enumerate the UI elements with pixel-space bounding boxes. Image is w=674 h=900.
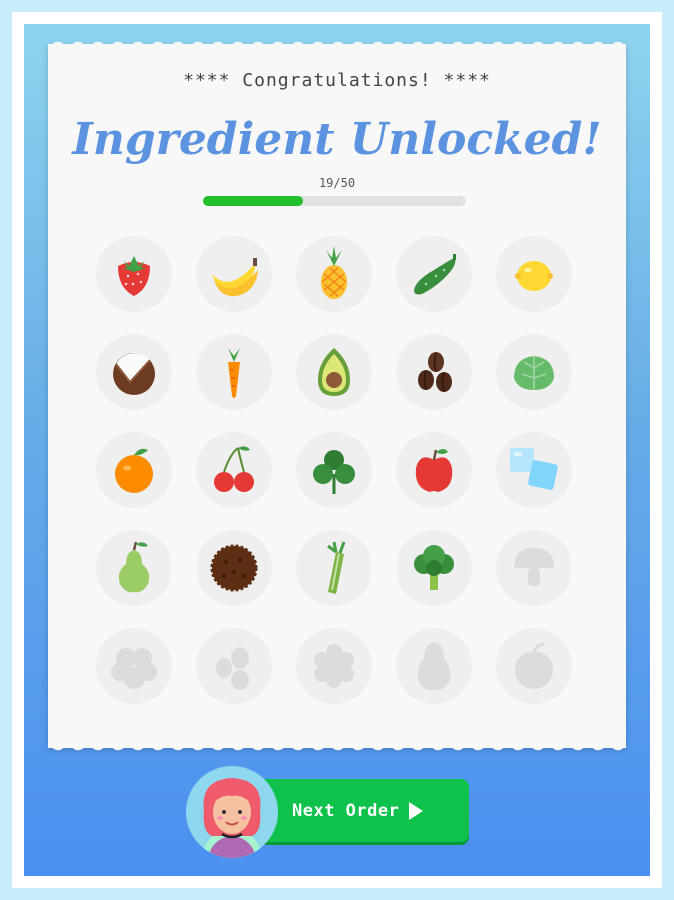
broccoli-icon[interactable] [396, 530, 472, 606]
mushroom-icon[interactable] [496, 530, 572, 606]
avocado-icon[interactable] [296, 334, 372, 410]
ingredient-grid [96, 236, 576, 726]
next-order-label: Next Order [292, 800, 400, 821]
page-title: Ingredient Unlocked! [72, 114, 602, 165]
clover-icon[interactable] [296, 432, 372, 508]
lemon-icon[interactable] [496, 236, 572, 312]
play-arrow-icon [409, 801, 424, 820]
receipt-top-edge [48, 37, 626, 49]
orange-icon[interactable] [96, 432, 172, 508]
locked-pear-icon[interactable] [396, 628, 472, 704]
progress-bar [203, 196, 466, 206]
cookie-icon[interactable] [196, 530, 272, 606]
next-order-button[interactable]: Next Order [245, 779, 469, 842]
celery-icon[interactable] [296, 530, 372, 606]
coconut-icon[interactable] [96, 334, 172, 410]
locked-beans-icon[interactable] [196, 628, 272, 704]
carrot-icon[interactable] [196, 334, 272, 410]
locked-cluster-icon[interactable] [96, 628, 172, 704]
avatar [186, 766, 278, 858]
strawberry-icon[interactable] [96, 236, 172, 312]
lettuce-icon[interactable] [496, 334, 572, 410]
pear-icon[interactable] [96, 530, 172, 606]
congratulations-text: **** Congratulations! **** [183, 70, 491, 91]
cherries-icon[interactable] [196, 432, 272, 508]
coffee-beans-icon[interactable] [396, 334, 472, 410]
receipt-bottom-edge [48, 743, 626, 755]
ice-cubes-icon[interactable] [496, 432, 572, 508]
progress-label: 19/50 [318, 176, 356, 190]
pineapple-icon[interactable] [296, 236, 372, 312]
locked-blob-icon[interactable] [296, 628, 372, 704]
apple-icon[interactable] [396, 432, 472, 508]
locked-round-icon[interactable] [496, 628, 572, 704]
cucumber-icon[interactable] [396, 236, 472, 312]
banana-icon[interactable] [196, 236, 272, 312]
progress-bar-fill [203, 196, 303, 206]
receipt-card: **** Congratulations! **** Ingredient Un… [48, 37, 626, 755]
